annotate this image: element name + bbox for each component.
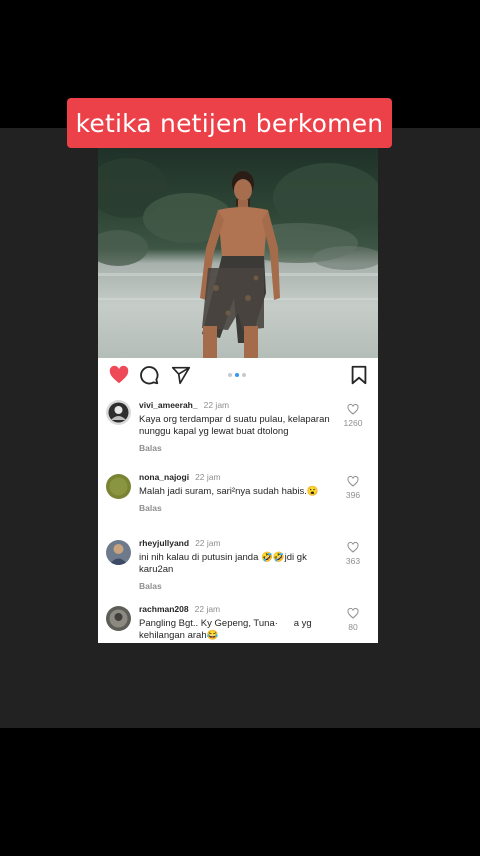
comment-header: rheyjullyand 22 jam [139, 538, 339, 548]
bottom-black-band [0, 728, 480, 856]
comment-body: rachman208 22 jam Pangling Bgt.. Ky Gepen… [139, 604, 339, 642]
comment-username[interactable]: rheyjullyand [139, 538, 189, 548]
carousel-indicator [228, 373, 246, 377]
like-count: 1260 [343, 418, 363, 428]
photo-illustration [98, 158, 378, 358]
avatar[interactable] [106, 474, 131, 499]
carousel-dot [242, 373, 246, 377]
heart-outline-icon[interactable] [347, 476, 359, 487]
comment-username[interactable]: vivi_ameerah_ [139, 400, 198, 410]
heart-filled-icon[interactable] [108, 364, 130, 386]
like-count: 80 [348, 622, 358, 632]
comment-header: vivi_ameerah_ 22 jam [139, 400, 339, 410]
like-count: 396 [345, 490, 361, 500]
comment-text: Malah jadi suram, sari²nya sudah habis.😮 [139, 486, 319, 497]
heart-outline-icon[interactable] [347, 404, 359, 415]
comment-header: nona_najogi 22 jam [139, 472, 339, 482]
avatar[interactable] [106, 400, 131, 425]
comment-body: rheyjullyand 22 jam ini nih kalau di putu… [139, 538, 339, 591]
bookmark-icon[interactable] [348, 364, 370, 386]
comment-body: vivi_ameerah_ 22 jam Kaya org terdampar d… [139, 400, 339, 453]
comment-text: Pangling Bgt.. Ky Gepeng, Tuna· a yg keh… [139, 618, 315, 641]
like-count: 363 [345, 556, 361, 566]
post-photo[interactable] [98, 148, 378, 358]
comment-text: ini nih kalau di putusin janda 🤣🤣jdi gk … [139, 552, 307, 575]
comment-username[interactable]: rachman208 [139, 604, 189, 614]
comment-body: nona_najogi 22 jam Malah jadi suram, sari… [139, 472, 339, 513]
instagram-post-card: vivi_ameerah_ 22 jam Kaya org terdampar d… [98, 148, 378, 643]
reply-button[interactable]: Balas [139, 443, 339, 453]
comment-bubble-icon[interactable] [138, 364, 160, 386]
post-action-bar [98, 358, 378, 392]
paper-plane-icon[interactable] [170, 364, 192, 386]
reply-button[interactable]: Balas [139, 581, 339, 591]
comment-text: Kaya org terdampar d suatu pulau, kelapa… [139, 414, 330, 437]
comment-time: 22 jam [194, 604, 221, 614]
comment-time: 22 jam [195, 538, 221, 548]
comment-like[interactable]: 80 [338, 608, 368, 632]
comment-username[interactable]: nona_najogi [139, 472, 189, 482]
reply-button[interactable]: Balas [139, 503, 339, 513]
heart-outline-icon[interactable] [347, 542, 359, 553]
carousel-dot [228, 373, 232, 377]
comment-like[interactable]: 363 [338, 542, 368, 566]
avatar[interactable] [106, 540, 131, 565]
caption-banner: ketika netijen berkomen [67, 98, 392, 148]
avatar[interactable] [106, 606, 131, 631]
comment-time: 22 jam [203, 400, 230, 410]
comment-header: rachman208 22 jam [139, 604, 339, 614]
comment-like[interactable]: 396 [338, 476, 368, 500]
comment-like[interactable]: 1260 [338, 404, 368, 428]
comment-time: 22 jam [195, 472, 221, 482]
heart-outline-icon[interactable] [347, 608, 359, 619]
caption-text: ketika netijen berkomen [75, 108, 384, 138]
carousel-dot-active [235, 373, 239, 377]
